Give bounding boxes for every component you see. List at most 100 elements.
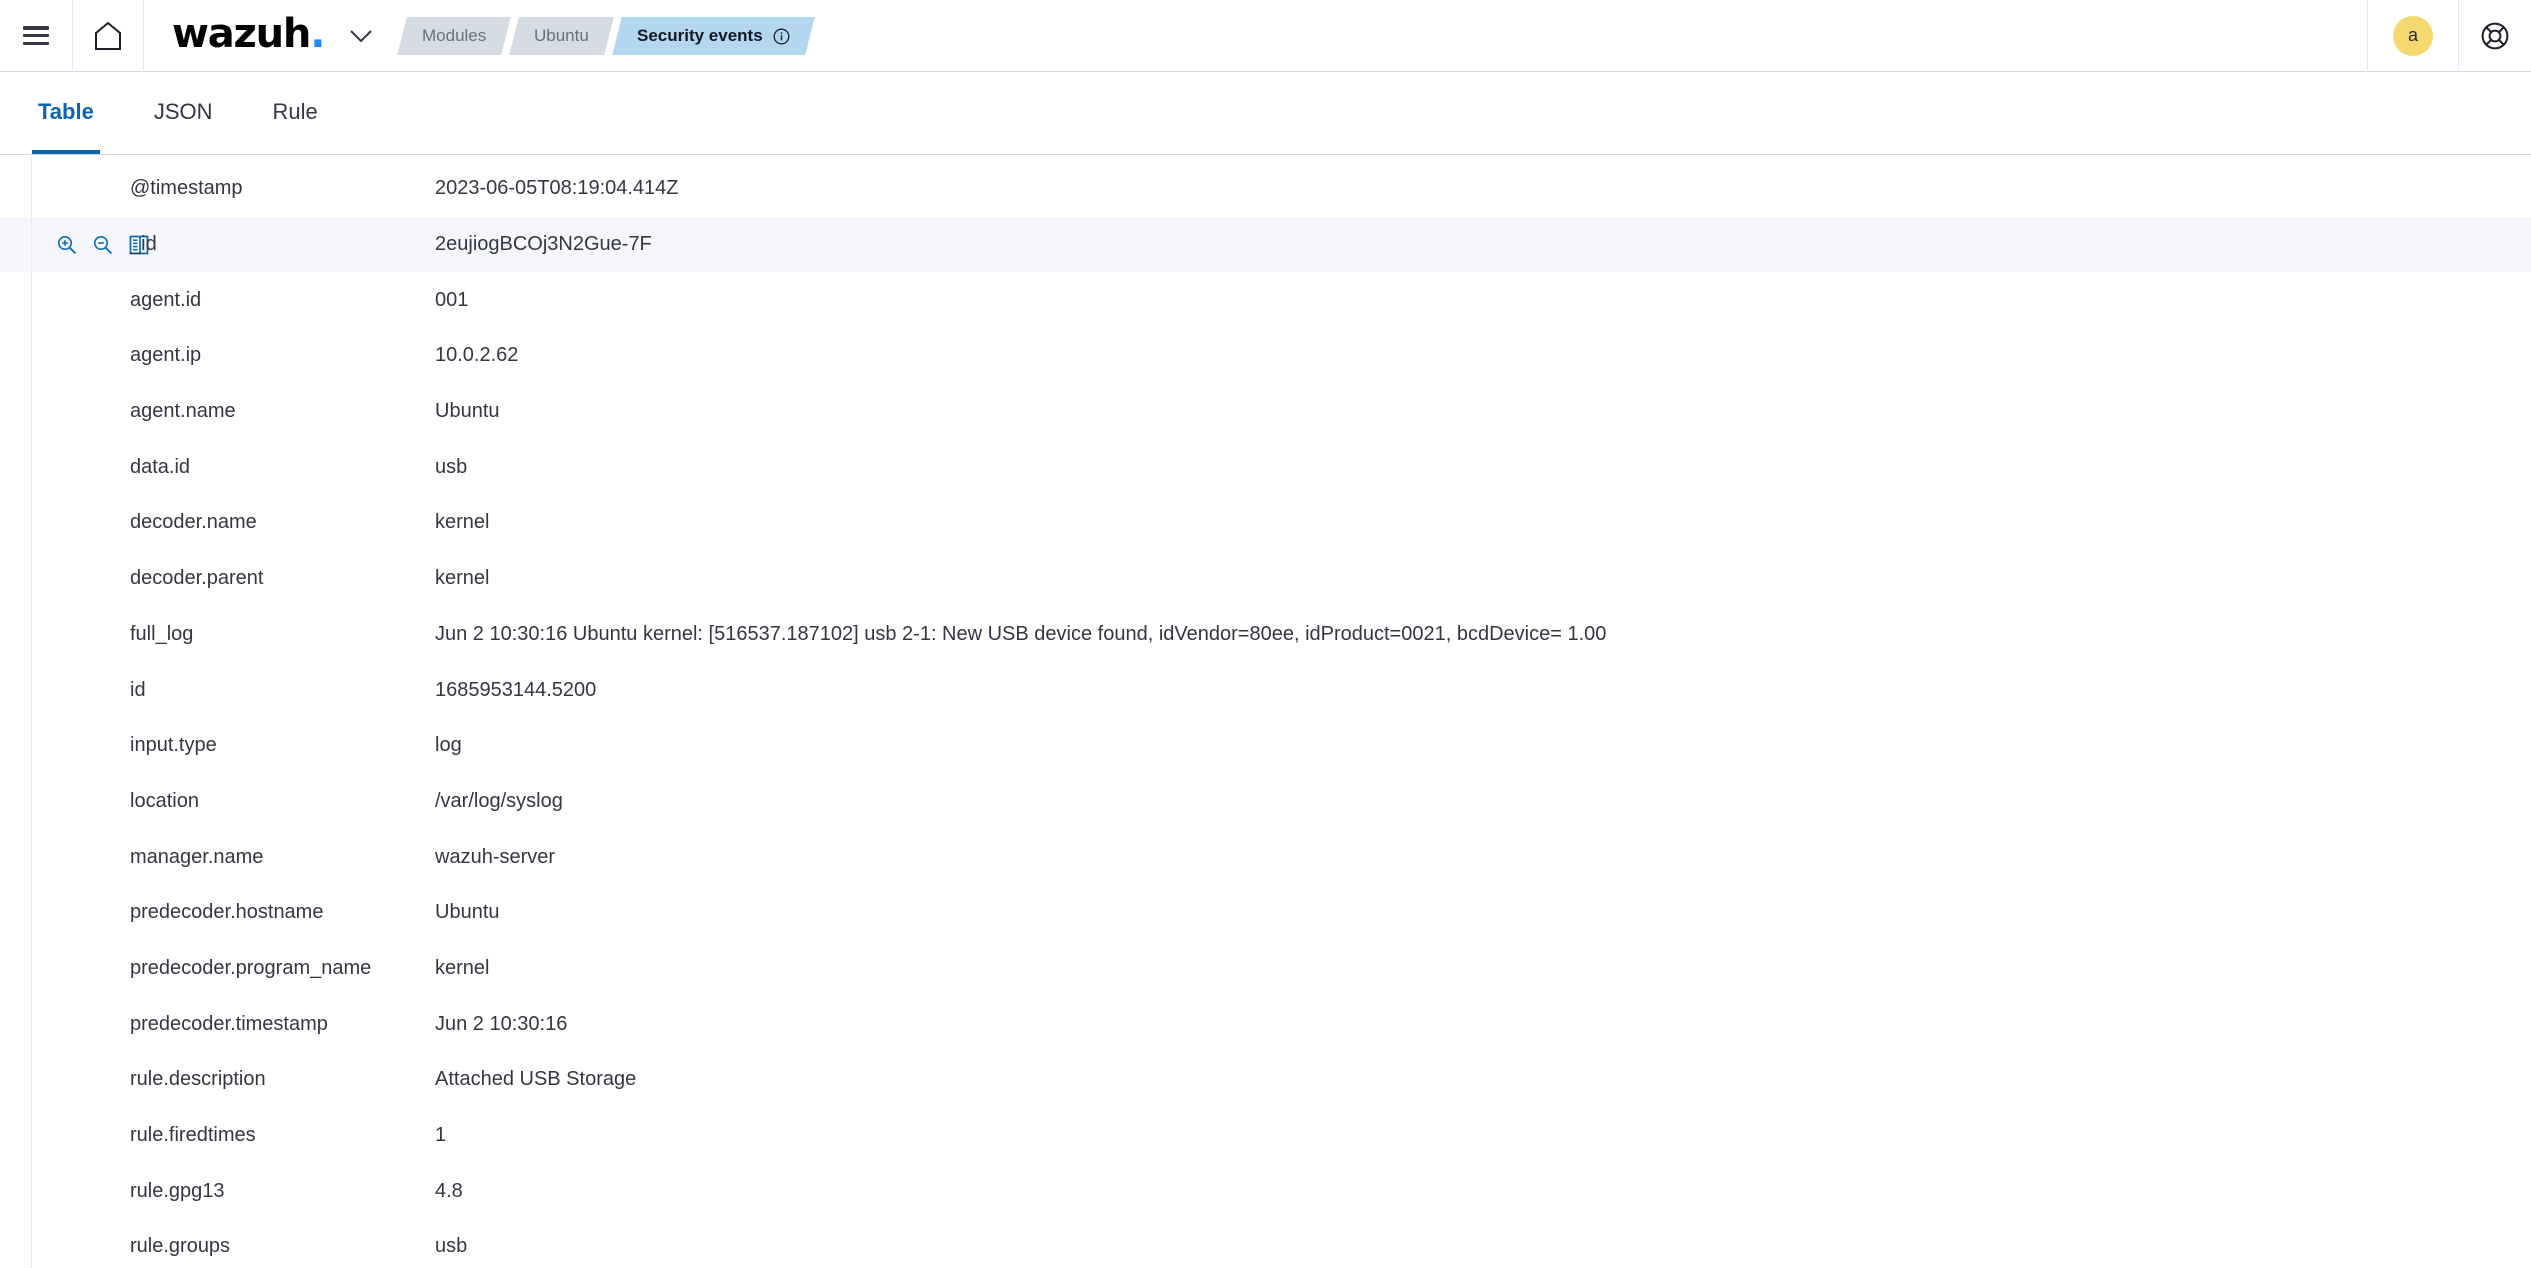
breadcrumb-item-security-events[interactable]: Security events — [612, 16, 815, 55]
table-row[interactable]: agent.name Ubuntu — [0, 384, 2531, 440]
field-value: 2eujiogBCOj3N2Gue-7F — [435, 233, 652, 256]
table-row[interactable]: manager.name wazuh-server — [0, 829, 2531, 885]
table-column-icon[interactable] — [128, 679, 150, 701]
table-row[interactable]: predecoder.timestamp Jun 2 10:30:16 — [0, 996, 2531, 1052]
table-row[interactable]: agent.ip 10.0.2.62 — [0, 328, 2531, 384]
magnifier-plus-icon[interactable] — [56, 679, 78, 701]
table-column-icon[interactable] — [128, 902, 150, 924]
table-column-icon[interactable] — [128, 289, 150, 311]
magnifier-minus-icon[interactable] — [92, 902, 114, 924]
table-column-icon[interactable] — [128, 1125, 150, 1147]
table-column-icon[interactable] — [128, 401, 150, 423]
table-column-icon[interactable] — [128, 456, 150, 478]
magnifier-plus-icon[interactable] — [56, 790, 78, 812]
table-column-icon[interactable] — [128, 568, 150, 590]
magnifier-minus-icon[interactable] — [92, 568, 114, 590]
table-column-icon[interactable] — [128, 790, 150, 812]
magnifier-plus-icon[interactable] — [56, 234, 78, 256]
magnifier-plus-icon[interactable] — [56, 1180, 78, 1202]
table-row[interactable]: decoder.parent kernel — [0, 551, 2531, 607]
table-column-icon[interactable] — [128, 1236, 150, 1258]
tab-table[interactable]: Table — [32, 72, 100, 154]
magnifier-minus-icon[interactable] — [92, 289, 114, 311]
table-row[interactable]: rule.description Attached USB Storage — [0, 1052, 2531, 1108]
table-row[interactable]: full_log Jun 2 10:30:16 Ubuntu kernel: [5… — [0, 607, 2531, 663]
magnifier-plus-icon[interactable] — [56, 401, 78, 423]
table-row[interactable]: id 1685953144.5200 — [0, 662, 2531, 718]
magnifier-minus-icon[interactable] — [92, 234, 114, 256]
logo-dropdown-button[interactable] — [338, 0, 384, 72]
magnifier-minus-icon[interactable] — [92, 1069, 114, 1091]
magnifier-plus-icon[interactable] — [56, 1069, 78, 1091]
table-column-icon[interactable] — [128, 345, 150, 367]
field-name-cell: decoder.parent — [130, 551, 435, 607]
field-name: decoder.parent — [130, 567, 264, 590]
magnifier-minus-icon[interactable] — [92, 178, 114, 200]
table-row[interactable]: input.type log — [0, 718, 2531, 774]
breadcrumb-item-ubuntu[interactable]: Ubuntu — [509, 16, 615, 55]
magnifier-plus-icon[interactable] — [56, 902, 78, 924]
magnifier-minus-icon[interactable] — [92, 345, 114, 367]
magnifier-minus-icon[interactable] — [92, 1236, 114, 1258]
table-column-icon[interactable] — [128, 1180, 150, 1202]
field-name: predecoder.timestamp — [130, 1012, 328, 1035]
magnifier-plus-icon[interactable] — [56, 345, 78, 367]
table-row[interactable]: data.id usb — [0, 439, 2531, 495]
table-row[interactable]: location/var/log/syslog — [0, 774, 2531, 830]
magnifier-plus-icon[interactable] — [56, 957, 78, 979]
magnifier-plus-icon[interactable] — [56, 623, 78, 645]
field-name: predecoder.hostname — [130, 901, 324, 924]
table-row[interactable]: rule.gpg13 4.8 — [0, 1163, 2531, 1219]
table-row[interactable]: predecoder.program_name kernel — [0, 941, 2531, 997]
tab-rule[interactable]: Rule — [267, 72, 324, 154]
wazuh-logo[interactable]: wazuh. — [144, 0, 338, 72]
magnifier-minus-icon[interactable] — [92, 790, 114, 812]
table-column-icon[interactable] — [128, 957, 150, 979]
magnifier-plus-icon[interactable] — [56, 456, 78, 478]
magnifier-minus-icon[interactable] — [92, 1013, 114, 1035]
magnifier-minus-icon[interactable] — [92, 735, 114, 757]
magnifier-minus-icon[interactable] — [92, 401, 114, 423]
table-column-icon[interactable] — [128, 512, 150, 534]
magnifier-plus-icon[interactable] — [56, 289, 78, 311]
table-row[interactable]: rule.firedtimes 1 — [0, 1108, 2531, 1164]
table-column-icon[interactable] — [128, 1069, 150, 1091]
magnifier-minus-icon[interactable] — [92, 957, 114, 979]
table-column-icon[interactable] — [128, 178, 150, 200]
magnifier-plus-icon[interactable] — [56, 735, 78, 757]
field-name-cell: _id — [130, 216, 435, 273]
magnifier-minus-icon[interactable] — [92, 1180, 114, 1202]
hamburger-menu-button[interactable] — [0, 0, 72, 72]
table-row[interactable]: agent.id 001 — [0, 272, 2531, 328]
info-circle-icon[interactable] — [773, 27, 790, 44]
table-row[interactable]: predecoder.hostname Ubuntu — [0, 885, 2531, 941]
table-row[interactable]: _id 2eujiogBCOj3N2Gue-7F — [0, 216, 2531, 273]
magnifier-plus-icon[interactable] — [56, 846, 78, 868]
table-row[interactable]: decoder.name kernel — [0, 495, 2531, 551]
tab-json[interactable]: JSON — [148, 72, 219, 154]
magnifier-plus-icon[interactable] — [56, 568, 78, 590]
magnifier-minus-icon[interactable] — [92, 679, 114, 701]
user-menu-button[interactable]: a — [2368, 0, 2458, 72]
magnifier-minus-icon[interactable] — [92, 512, 114, 534]
table-column-icon[interactable] — [128, 1013, 150, 1035]
magnifier-plus-icon[interactable] — [56, 178, 78, 200]
magnifier-plus-icon[interactable] — [56, 1013, 78, 1035]
magnifier-minus-icon[interactable] — [92, 1125, 114, 1147]
breadcrumb-label: Ubuntu — [534, 25, 590, 45]
magnifier-minus-icon[interactable] — [92, 623, 114, 645]
table-row[interactable]: @timestamp 2023-06-05T08:19:04.414Z — [0, 161, 2531, 217]
magnifier-plus-icon[interactable] — [56, 1236, 78, 1258]
table-column-icon[interactable] — [128, 846, 150, 868]
table-column-icon[interactable] — [128, 735, 150, 757]
magnifier-plus-icon[interactable] — [56, 512, 78, 534]
field-actions-cell — [0, 161, 130, 217]
table-column-icon[interactable] — [128, 623, 150, 645]
magnifier-plus-icon[interactable] — [56, 1125, 78, 1147]
magnifier-minus-icon[interactable] — [92, 456, 114, 478]
table-row[interactable]: rule.groups usb — [0, 1219, 2531, 1268]
help-menu-button[interactable] — [2459, 0, 2531, 72]
breadcrumb-item-modules[interactable]: Modules — [397, 16, 512, 55]
magnifier-minus-icon[interactable] — [92, 846, 114, 868]
home-button[interactable] — [73, 0, 143, 72]
